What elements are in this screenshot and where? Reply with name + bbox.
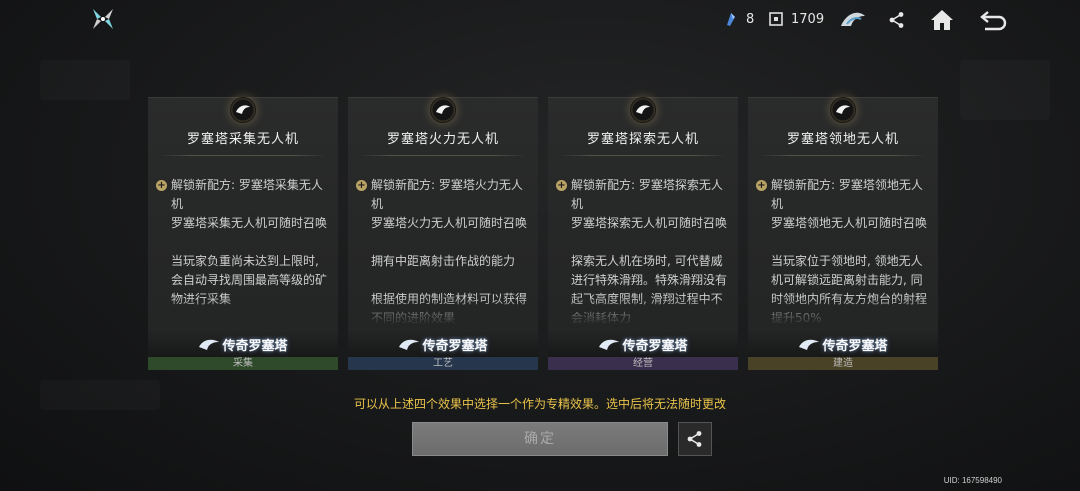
badge-label: 传奇罗塞塔	[422, 338, 488, 354]
card-description: + 解锁新配方: 罗塞塔领地无人机 罗塞塔领地无人机可随时召唤 当玩家位于领地时…	[756, 176, 930, 326]
divider	[160, 155, 326, 156]
card-description: + 解锁新配方: 罗塞塔探索无人机 罗塞塔探索无人机可随时召唤 探索无人机在场时…	[556, 176, 730, 326]
summon-text: 罗塞塔火力无人机可随时召唤	[371, 216, 528, 230]
card-territory-drone[interactable]: 罗塞塔领地无人机 + 解锁新配方: 罗塞塔领地无人机 罗塞塔领地无人机可随时召唤…	[748, 97, 938, 370]
chip-counter: 1709	[767, 10, 824, 28]
card-footer: 传奇罗塞塔	[148, 330, 338, 358]
effect-text: 当玩家负重尚未达到上限时, 会自动寻找周围最高等级的矿物进行采集	[171, 254, 328, 306]
badge-label: 传奇罗塞塔	[622, 338, 688, 354]
share-button[interactable]	[678, 422, 712, 456]
card-title: 罗塞塔领地无人机	[786, 132, 899, 147]
guild-emblem-icon[interactable]	[838, 6, 868, 34]
background-panel	[960, 60, 1050, 120]
card-tag: 采集	[148, 357, 338, 370]
card-title: 罗塞塔探索无人机	[586, 132, 699, 147]
blue-crystal-icon	[722, 10, 740, 28]
card-footer: 传奇罗塞塔	[548, 330, 738, 358]
card-title: 罗塞塔采集无人机	[186, 132, 299, 147]
card-gather-drone[interactable]: 罗塞塔采集无人机 + 解锁新配方: 罗塞塔采集无人机 罗塞塔采集无人机可随时召唤…	[148, 97, 338, 370]
confirm-button[interactable]: 确定	[412, 422, 668, 456]
legend-badge: 传奇罗塞塔	[398, 335, 488, 354]
card-firepower-drone[interactable]: 罗塞塔火力无人机 + 解锁新配方: 罗塞塔火力无人机 罗塞塔火力无人机可随时召唤…	[348, 97, 538, 370]
unlock-text: 解锁新配方: 罗塞塔火力无人机	[371, 178, 523, 211]
legend-badge: 传奇罗塞塔	[798, 335, 888, 354]
drone-emblem-icon	[430, 97, 456, 123]
top-bar: 8 1709	[0, 0, 1080, 40]
drone-badge-icon	[199, 339, 220, 350]
effect-text: 当玩家位于领地时, 领地无人机可解锁远距离射击能力, 同时领地内所有友方炮台的射…	[771, 254, 928, 325]
card-tag: 经营	[548, 357, 738, 370]
unlock-text: 解锁新配方: 罗塞塔探索无人机	[571, 178, 723, 211]
card-title: 罗塞塔火力无人机	[386, 132, 499, 147]
share-icon[interactable]	[882, 6, 912, 34]
divider	[360, 155, 526, 156]
badge-label: 传奇罗塞塔	[822, 338, 888, 354]
summon-text: 罗塞塔探索无人机可随时召唤	[571, 216, 728, 230]
background-panel	[40, 60, 130, 100]
plus-badge-icon: +	[556, 180, 567, 191]
drone-badge-icon	[799, 339, 820, 350]
summon-text: 罗塞塔领地无人机可随时召唤	[771, 216, 928, 230]
effect-text: 根据使用的制造材料可以获得不同的进阶效果	[371, 292, 528, 325]
effect-text: 探索无人机在场时, 可代替威进行特殊滑翔。特殊滑翔没有起飞高度限制, 滑翔过程中…	[571, 254, 728, 325]
plus-badge-icon: +	[156, 180, 167, 191]
plus-badge-icon: +	[756, 180, 767, 191]
user-id: UID: 167598490	[943, 476, 1002, 485]
home-icon[interactable]	[927, 6, 957, 34]
summon-text: 罗塞塔采集无人机可随时召唤	[171, 216, 328, 230]
back-icon[interactable]	[978, 6, 1008, 34]
drone-badge-icon	[399, 339, 420, 350]
game-logo-icon[interactable]	[90, 6, 116, 32]
unlock-text: 解锁新配方: 罗塞塔采集无人机	[171, 178, 323, 211]
chip-icon	[767, 10, 785, 28]
unlock-text: 解锁新配方: 罗塞塔领地无人机	[771, 178, 923, 211]
card-footer: 传奇罗塞塔	[348, 330, 538, 358]
drone-emblem-icon	[230, 97, 256, 123]
legend-badge: 传奇罗塞塔	[198, 335, 288, 354]
divider	[760, 155, 926, 156]
card-explore-drone[interactable]: 罗塞塔探索无人机 + 解锁新配方: 罗塞塔探索无人机 罗塞塔探索无人机可随时召唤…	[548, 97, 738, 370]
card-tag: 工艺	[348, 357, 538, 370]
chip-count: 1709	[791, 11, 825, 27]
plus-badge-icon: +	[356, 180, 367, 191]
card-description: + 解锁新配方: 罗塞塔火力无人机 罗塞塔火力无人机可随时召唤 拥有中距离射击作…	[356, 176, 530, 326]
drone-emblem-icon	[630, 97, 656, 123]
legend-badge: 传奇罗塞塔	[598, 335, 688, 354]
card-tag: 建造	[748, 357, 938, 370]
card-description: + 解锁新配方: 罗塞塔采集无人机 罗塞塔采集无人机可随时召唤 当玩家负重尚未达…	[156, 176, 330, 326]
crystal-count: 8	[746, 11, 755, 27]
effect-text: 拥有中距离射击作战的能力	[371, 254, 516, 268]
card-footer: 传奇罗塞塔	[748, 330, 938, 358]
selection-notice: 可以从上述四个效果中选择一个作为专精效果。选中后将无法随时更改	[353, 397, 726, 411]
divider	[560, 155, 726, 156]
drone-badge-icon	[599, 339, 620, 350]
share-icon	[687, 431, 702, 447]
crystal-counter: 8	[722, 10, 754, 28]
drone-emblem-icon	[830, 97, 856, 123]
badge-label: 传奇罗塞塔	[222, 338, 288, 354]
